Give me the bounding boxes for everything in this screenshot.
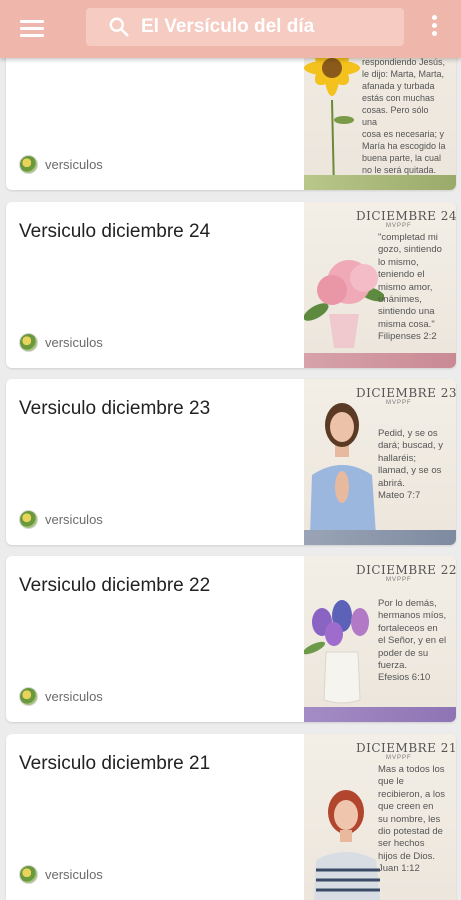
search-placeholder: El Versículo del día <box>141 16 315 37</box>
author-avatar <box>19 865 38 884</box>
search-input[interactable]: El Versículo del día <box>86 8 404 46</box>
author-avatar <box>19 687 38 706</box>
thumb-subtitle: MVPPF <box>386 577 412 583</box>
thumb-date: DICIEMBRE 21 <box>356 741 456 755</box>
post-card[interactable]: Versiculo diciembre 22 versiculos DICIEM… <box>6 556 456 722</box>
thumb-band <box>304 353 456 368</box>
post-thumbnail: DICIEMBRE 24 MVPPF "completad mi gozo, s… <box>304 202 456 368</box>
thumb-verse: Pedid, y se os dará; buscad, y hallaréis… <box>378 428 443 502</box>
thumb-date: DICIEMBRE 22 <box>356 563 456 577</box>
thumb-band <box>304 707 456 722</box>
thumb-subtitle: MVPPF <box>386 400 412 406</box>
author-avatar <box>19 510 38 529</box>
thumb-verse: Por lo demás, hermanos míos, fortaleceos… <box>378 598 447 684</box>
praying-woman-image <box>310 403 376 535</box>
post-title: Versiculo diciembre 22 <box>19 575 211 596</box>
author-name: versiculos <box>45 512 103 527</box>
post-title: Versiculo diciembre 23 <box>19 398 211 419</box>
thumb-subtitle: MVPPF <box>386 223 412 229</box>
thumb-verse: respondiendo Jesús, le dijo: Marta, Mart… <box>362 57 446 187</box>
post-title: Versiculo diciembre 24 <box>19 221 211 242</box>
hyacinth-pitcher-image <box>304 600 369 704</box>
post-card[interactable]: Versiculo diciembre 24 versiculos DICIEM… <box>6 202 456 368</box>
app-bar: El Versículo del día <box>0 0 461 58</box>
post-card[interactable]: Versiculo diciembre 21 versiculos DICIEM… <box>6 734 456 900</box>
search-icon <box>109 17 129 37</box>
thumb-date: DICIEMBRE 24 <box>356 209 456 223</box>
thumb-verse: Mas a todos los que le recibieron, a los… <box>378 764 446 875</box>
thumb-band <box>304 175 456 190</box>
post-card[interactable]: Versiculo diciembre 23 versiculos DICIEM… <box>6 379 456 545</box>
thumb-verse: "completad mi gozo, sintiendo lo mismo, … <box>378 232 442 343</box>
author-avatar <box>19 333 38 352</box>
menu-icon[interactable] <box>18 17 46 41</box>
thumb-subtitle: MVPPF <box>386 755 412 761</box>
post-title: Versiculo diciembre 21 <box>19 753 211 774</box>
post-thumbnail: DICIEMBRE 23 MVPPF Pedid, y se os dará; … <box>304 379 456 545</box>
post-thumbnail: DICIEMBRE 22 MVPPF Por lo demás, hermano… <box>304 556 456 722</box>
author-name: versiculos <box>45 157 103 172</box>
sunflower-image <box>304 40 360 190</box>
more-vert-icon[interactable] <box>428 15 440 41</box>
joyful-woman-image <box>314 790 380 900</box>
thumb-band <box>304 530 456 545</box>
author-name: versiculos <box>45 867 103 882</box>
author-avatar <box>19 155 38 174</box>
author-name: versiculos <box>45 689 103 704</box>
post-thumbnail: DICIEMBRE 21 MVPPF Mas a todos los que l… <box>304 734 456 900</box>
author-name: versiculos <box>45 335 103 350</box>
hydrangea-image <box>304 260 384 348</box>
thumb-date: DICIEMBRE 23 <box>356 386 456 400</box>
